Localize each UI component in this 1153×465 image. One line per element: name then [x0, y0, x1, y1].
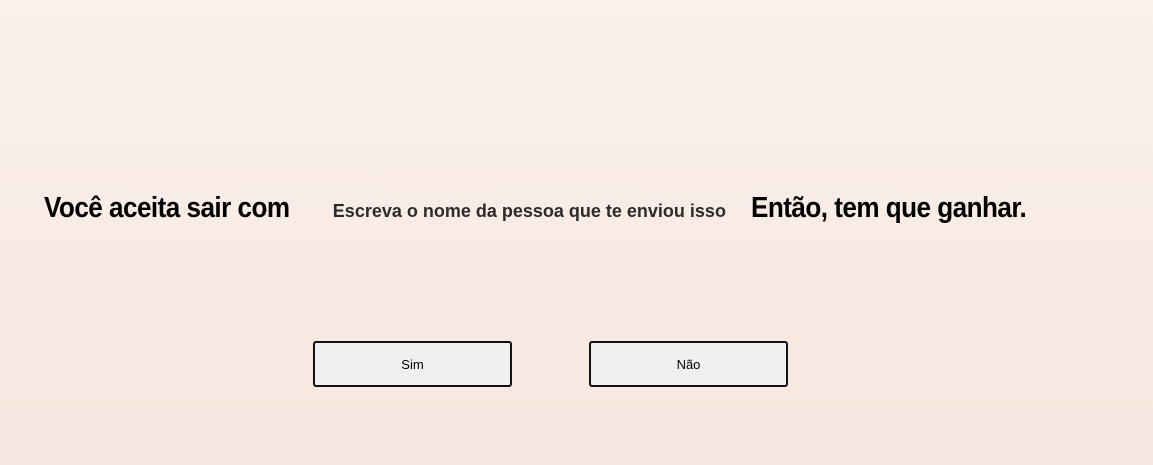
- no-button[interactable]: Não: [589, 341, 788, 387]
- sender-name-input[interactable]: [318, 191, 763, 231]
- question-prefix-text: Você aceita sair com: [44, 191, 290, 224]
- yes-button[interactable]: Sim: [313, 341, 512, 387]
- question-suffix-text: Então, tem que ganhar.: [750, 191, 1027, 224]
- question-row: Você aceita sair com Então, tem que ganh…: [44, 186, 1057, 231]
